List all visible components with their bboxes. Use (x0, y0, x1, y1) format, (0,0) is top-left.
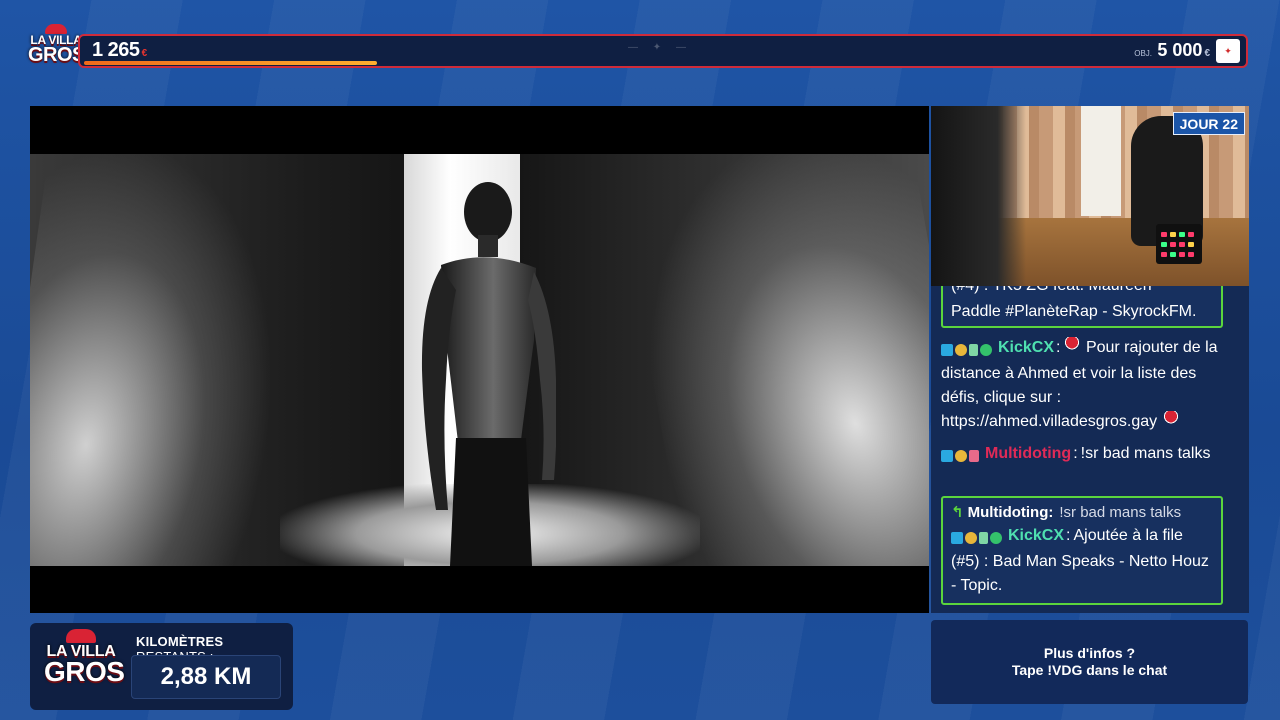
user-badges (941, 444, 981, 468)
chat-message-text-partial: (#4) : TK5 ZG feat. Maureen (951, 286, 1213, 298)
coin-badge-icon (955, 343, 967, 356)
video-badge-icon (951, 531, 963, 544)
day-counter-badge: JOUR 22 (1172, 112, 1245, 135)
logo-cap-icon (66, 629, 96, 643)
goal-amount-currency: € (1204, 48, 1210, 59)
scene-figure (421, 182, 556, 566)
chat-colon: : (1073, 445, 1078, 462)
chat-panel[interactable]: (#4) : TK5 ZG feat. Maureen Paddle #Plan… (931, 286, 1249, 613)
cam-window-light (1081, 106, 1121, 216)
reply-quoted-text: !sr bad mans talks (1059, 504, 1182, 521)
goal-amount: 5 000 € (1157, 40, 1210, 61)
coin-badge-icon (965, 531, 977, 544)
chat-message: KickCX: Ajoutée à la file (#5) : Bad Man … (951, 524, 1213, 598)
info-panel: Plus d'infos ? Tape !VDG dans le chat (931, 620, 1248, 704)
coin-badge-icon (955, 449, 967, 462)
chat-username[interactable]: Multidoting (985, 445, 1071, 462)
cam-launchpad (1156, 224, 1202, 264)
cam-dark-foreground (931, 106, 1026, 286)
km-remaining-panel: LA VILLA GROS KILOMÈTRES RESTANTS : 2,88… (30, 623, 293, 710)
video-badge-icon (941, 449, 953, 462)
reply-context: ↰ Multidoting: !sr bad mans talks (951, 502, 1213, 524)
user-badges (941, 338, 994, 362)
reply-username[interactable]: Multidoting: (968, 504, 1054, 521)
km-label-bold: KILOMÈTRES (136, 634, 224, 649)
info-line2: Tape !VDG dans le chat (1011, 662, 1168, 678)
chat-username[interactable]: KickCX (1008, 527, 1064, 544)
verified-badge-icon (980, 343, 992, 356)
chat-username[interactable]: KickCX (998, 339, 1054, 356)
logo-line2: GROS (28, 44, 85, 67)
chat-message-text: Paddle #PlanèteRap - SkyrockFM. (951, 303, 1197, 320)
chat-message-highlighted: (#4) : TK5 ZG feat. Maureen Paddle #Plan… (941, 286, 1223, 328)
villa-emote-icon (1161, 411, 1180, 429)
donation-amount: 1 265 € (92, 39, 147, 62)
donation-goal-bar: 1 265 € — ✦ — OBJ. 5 000 € ✦ (78, 34, 1248, 68)
reply-arrow-icon: ↰ (951, 504, 964, 521)
bar-center-ornament: — ✦ — (628, 42, 692, 53)
km-value: 2,88 KM (131, 655, 281, 699)
logo-line2: GROS (44, 656, 125, 688)
sponsor-badge-icon: ✦ (1216, 39, 1240, 63)
donation-amount-value: 1 265 (92, 39, 140, 61)
verified-badge-icon (990, 531, 1002, 544)
webcam-feed: JOUR 22 (931, 106, 1249, 286)
music-video-player[interactable] (30, 106, 929, 613)
video-badge-icon (941, 343, 953, 356)
villa-emote-icon (1063, 337, 1082, 355)
chat-message-reply-highlighted: ↰ Multidoting: !sr bad mans talks KickCX: A… (941, 496, 1223, 605)
stack-badge-icon (969, 343, 978, 356)
gift-badge-icon (969, 449, 979, 462)
chat-colon: : (1056, 339, 1061, 356)
chat-colon: : (1066, 527, 1071, 544)
stack-badge-icon (979, 531, 988, 544)
chat-message: KickCX: Pour rajouter de la distance à A… (941, 336, 1233, 434)
donation-amount-currency: € (141, 48, 148, 59)
info-line1: Plus d'infos ? (1043, 645, 1136, 661)
villa-logo-top: LA VILLA GROS (28, 24, 85, 80)
goal-label: OBJ. (1134, 49, 1152, 58)
video-frame (30, 154, 929, 566)
villa-logo-bottom: LA VILLA GROS (44, 629, 125, 705)
goal-amount-value: 5 000 (1157, 40, 1203, 60)
user-badges (951, 526, 1004, 550)
chat-message-text: !sr bad mans talks (1080, 445, 1211, 462)
chat-message: Multidoting: !sr bad mans talks (941, 442, 1233, 468)
